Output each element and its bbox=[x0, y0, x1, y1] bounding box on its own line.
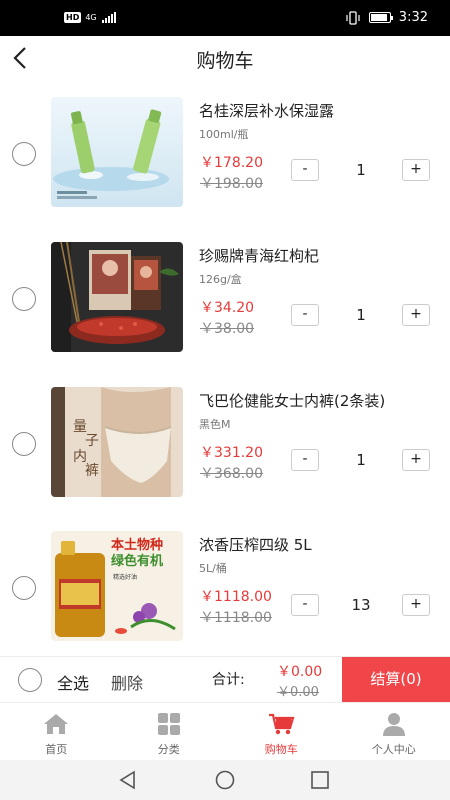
underwear-image-text: 子 bbox=[85, 433, 99, 449]
checkout-summary-bar: 全选 删除 合计: ￥0.00 ￥0.00 结算(0) bbox=[0, 656, 450, 702]
tab-home[interactable]: 首页 bbox=[0, 703, 113, 760]
status-time: 3:32 bbox=[398, 10, 428, 25]
nav-recents-icon[interactable] bbox=[309, 769, 331, 791]
tab-cart[interactable]: 购物车 bbox=[225, 703, 338, 760]
checkout-button[interactable]: 结算(0) bbox=[342, 657, 450, 702]
total-label: 合计: bbox=[212, 672, 245, 688]
product-name[interactable]: 飞巴伦健能女士内裤(2条装) bbox=[199, 390, 385, 411]
qty-increase-button[interactable]: + bbox=[402, 449, 430, 471]
product-original-price: ￥198.00 bbox=[200, 176, 263, 192]
tab-profile[interactable]: 个人中心 bbox=[338, 703, 450, 760]
hd-badge: HD bbox=[64, 11, 82, 23]
product-spec: 黑色M bbox=[199, 418, 231, 431]
user-icon bbox=[382, 713, 405, 736]
system-nav-bar bbox=[0, 760, 450, 800]
product-price: ￥1118.00 bbox=[200, 589, 272, 605]
bottom-tab-bar: 首页 分类 购物车 个人中心 bbox=[0, 702, 450, 760]
oil-image-text: 绿色有机 bbox=[111, 553, 163, 569]
oil-image-text: 精选好油 bbox=[113, 573, 137, 581]
total-original-price: ￥0.00 bbox=[277, 685, 319, 700]
oil-image-text: 本土物种 bbox=[111, 537, 163, 553]
qty-decrease-button[interactable]: - bbox=[291, 304, 319, 326]
product-original-price: ￥38.00 bbox=[200, 321, 255, 337]
item-select-radio[interactable] bbox=[12, 142, 36, 166]
nav-header: 购物车 bbox=[0, 36, 450, 80]
qty-increase-button[interactable]: + bbox=[402, 304, 430, 326]
cart-item: 名桂深层补水保湿露 100ml/瓶 ￥178.20 ￥198.00 - 1 + bbox=[0, 94, 450, 239]
qty-increase-button[interactable]: + bbox=[402, 159, 430, 181]
tab-category-label: 分类 bbox=[157, 743, 180, 756]
qty-value: 1 bbox=[356, 306, 366, 324]
qty-decrease-button[interactable]: - bbox=[291, 594, 319, 616]
cart-item: 本土物种 绿色有机 精选好油 浓香压榨四级 5L 5L/桶 ￥1118.00 ￥… bbox=[0, 528, 450, 656]
category-icon bbox=[157, 713, 180, 735]
product-image-lotion[interactable] bbox=[51, 97, 183, 207]
nav-back-icon[interactable] bbox=[117, 769, 139, 791]
select-all-radio[interactable] bbox=[18, 668, 42, 692]
select-all-label[interactable]: 全选 bbox=[57, 670, 89, 694]
status-left: HD 4G bbox=[64, 11, 116, 23]
tab-category[interactable]: 分类 bbox=[113, 703, 226, 760]
product-price: ￥34.20 bbox=[200, 300, 255, 316]
page-title: 购物车 bbox=[196, 50, 254, 72]
qty-decrease-button[interactable]: - bbox=[291, 449, 319, 471]
status-right: 3:32 bbox=[345, 10, 428, 25]
battery-icon bbox=[368, 12, 393, 23]
home-icon bbox=[44, 714, 69, 734]
tab-home-label: 首页 bbox=[45, 743, 68, 756]
cart-item: 珍赐牌青海红枸杞 126g/盒 ￥34.20 ￥38.00 - 1 + bbox=[0, 239, 450, 384]
product-spec: 126g/盒 bbox=[199, 273, 242, 286]
total-price: ￥0.00 bbox=[277, 664, 323, 680]
nav-home-icon[interactable] bbox=[214, 769, 236, 791]
cart-item: 量 子 内 裤 飞巴伦健能女士内裤(2条装) 黑色M ￥331.20 ￥368.… bbox=[0, 384, 450, 529]
qty-value: 13 bbox=[351, 596, 371, 614]
qty-increase-button[interactable]: + bbox=[402, 594, 430, 616]
product-image-underwear[interactable]: 量 子 内 裤 bbox=[51, 387, 183, 497]
tab-cart-label: 购物车 bbox=[264, 743, 298, 756]
item-select-radio[interactable] bbox=[12, 287, 36, 311]
product-name[interactable]: 名桂深层补水保湿露 bbox=[199, 100, 334, 121]
product-spec: 5L/桶 bbox=[199, 562, 227, 575]
product-price: ￥178.20 bbox=[200, 155, 263, 171]
product-original-price: ￥368.00 bbox=[200, 466, 263, 482]
qty-value: 1 bbox=[356, 161, 366, 179]
product-name[interactable]: 珍赐牌青海红枸杞 bbox=[199, 245, 319, 266]
item-select-radio[interactable] bbox=[12, 576, 36, 600]
product-price: ￥331.20 bbox=[200, 445, 263, 461]
product-image-goji[interactable] bbox=[51, 242, 183, 352]
status-bar: HD 4G 3:32 bbox=[0, 0, 450, 36]
product-spec: 100ml/瓶 bbox=[199, 128, 249, 141]
delete-button[interactable]: 删除 bbox=[111, 670, 143, 694]
vibrate-icon bbox=[346, 10, 360, 25]
signal-icon bbox=[101, 11, 116, 23]
cart-icon bbox=[269, 713, 295, 735]
product-name[interactable]: 浓香压榨四级 5L bbox=[199, 534, 312, 555]
tab-profile-label: 个人中心 bbox=[371, 743, 416, 756]
item-select-radio[interactable] bbox=[12, 432, 36, 456]
cart-list: 名桂深层补水保湿露 100ml/瓶 ￥178.20 ￥198.00 - 1 + bbox=[0, 80, 450, 656]
underwear-image-text: 裤 bbox=[85, 463, 99, 479]
qty-decrease-button[interactable]: - bbox=[291, 159, 319, 181]
product-image-oil[interactable]: 本土物种 绿色有机 精选好油 bbox=[51, 531, 183, 641]
qty-value: 1 bbox=[356, 451, 366, 469]
network-label: 4G bbox=[85, 12, 97, 22]
product-original-price: ￥1118.00 bbox=[200, 610, 272, 626]
